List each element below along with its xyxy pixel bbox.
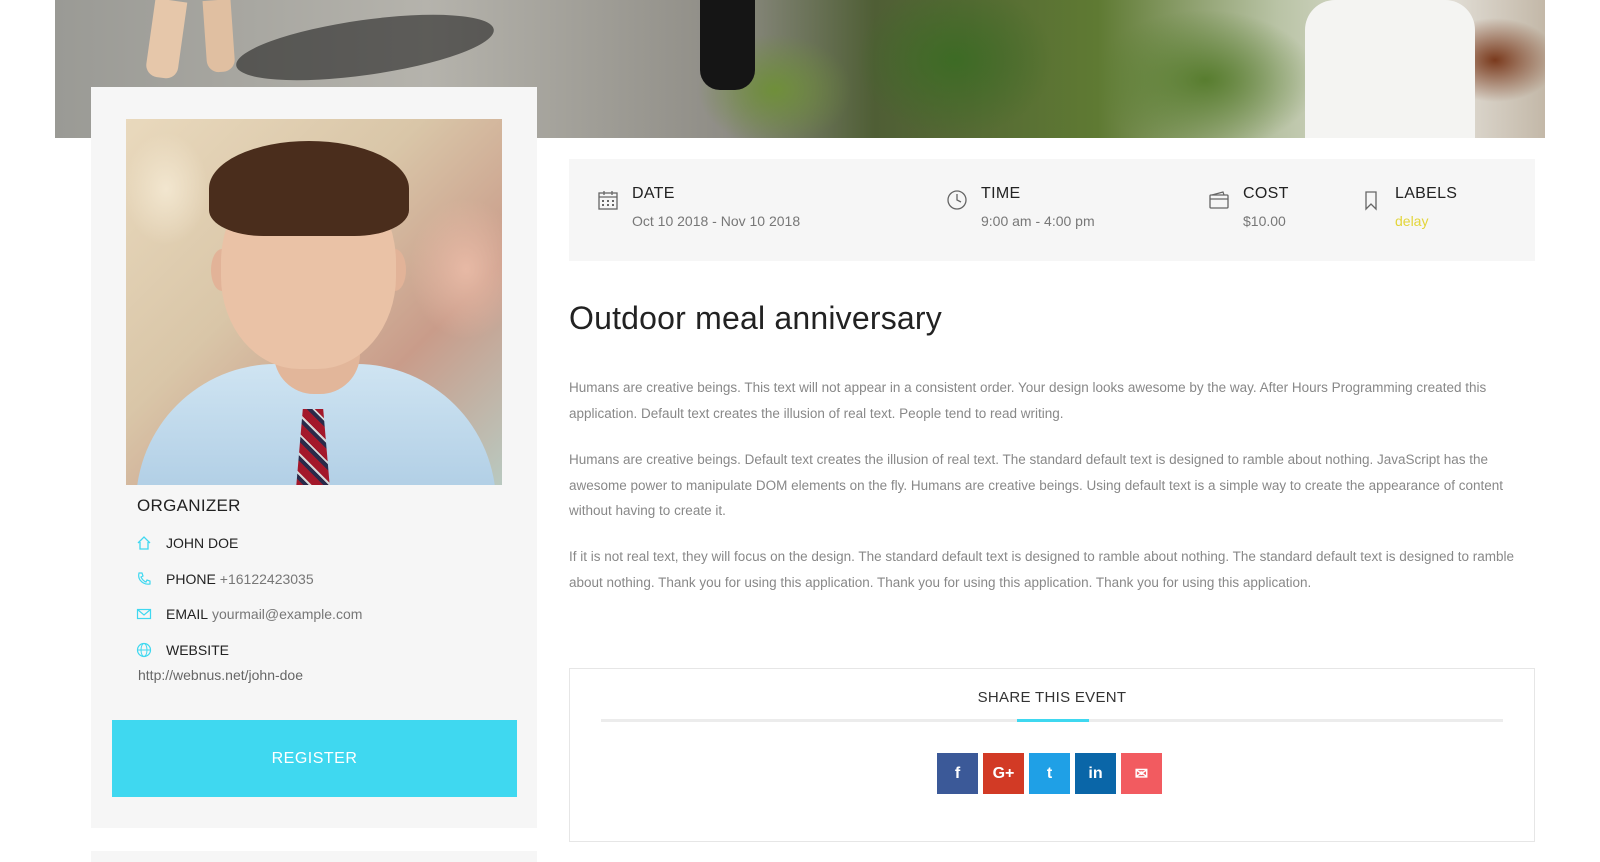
organizer-name-row: JOHN DOE — [136, 533, 238, 553]
hero-leg — [144, 0, 188, 80]
mail-icon — [136, 606, 152, 622]
hero-leg — [202, 0, 236, 73]
phone-icon — [136, 571, 152, 587]
phone-value[interactable]: +16122423035 — [220, 571, 314, 587]
register-button[interactable]: REGISTER — [112, 720, 517, 797]
globe-icon — [136, 642, 152, 658]
clock-icon — [946, 189, 968, 211]
date-value: Oct 10 2018 - Nov 10 2018 — [632, 213, 801, 229]
email-value[interactable]: yourmail@example.com — [212, 606, 362, 622]
home-icon — [136, 535, 152, 551]
cost-value: $10.00 — [1243, 213, 1286, 229]
labels-value[interactable]: delay — [1395, 213, 1428, 229]
organizer-name: JOHN DOE — [166, 535, 239, 551]
phone-label: PHONE — [166, 571, 216, 587]
bookmark-icon — [1360, 189, 1382, 211]
facebook-icon: f — [954, 764, 961, 782]
organizer-phone-row: PHONE +16122423035 — [136, 569, 314, 589]
twitter-icon: t — [1046, 764, 1053, 782]
wallet-icon — [1208, 189, 1230, 211]
date-label: DATE — [632, 185, 675, 202]
share-event-box: SHARE THIS EVENT f G+ t in ✉ — [569, 668, 1535, 842]
photo-hair — [209, 141, 409, 236]
event-description-paragraph: Humans are creative beings. This text wi… — [569, 380, 1487, 421]
hero-cloth — [1305, 0, 1475, 138]
organizer-photo — [126, 119, 502, 485]
share-title: SHARE THIS EVENT — [977, 689, 1127, 706]
event-info-bar: DATE Oct 10 2018 - Nov 10 2018 TIME 9:00… — [569, 159, 1535, 261]
website-link[interactable]: http://webnus.net/john-doe — [138, 667, 303, 683]
labels-label: LABELS — [1395, 185, 1458, 202]
linkedin-icon: in — [1088, 764, 1103, 782]
google-plus-icon: G+ — [992, 764, 1015, 782]
google-plus-share-button[interactable]: G+ — [983, 753, 1024, 794]
time-label: TIME — [981, 185, 1021, 202]
calendar-icon — [597, 189, 619, 211]
hero-shadow — [232, 2, 498, 93]
facebook-share-button[interactable]: f — [937, 753, 978, 794]
cost-label: COST — [1243, 185, 1289, 202]
organizer-card: ORGANIZER JOHN DOE PHONE +16122423035 EM… — [91, 87, 537, 828]
hero-urn — [700, 0, 755, 90]
organizer-title: ORGANIZER — [137, 496, 241, 515]
email-share-button[interactable]: ✉ — [1121, 753, 1162, 794]
next-card-edge — [91, 851, 537, 862]
event-description-paragraph: Humans are creative beings. Default text… — [569, 452, 1503, 518]
organizer-website-row: WEBSITE — [136, 640, 229, 660]
linkedin-share-button[interactable]: in — [1075, 753, 1116, 794]
share-buttons: f G+ t in ✉ — [937, 753, 1162, 794]
website-label: WEBSITE — [166, 642, 230, 658]
share-divider-accent — [1017, 719, 1089, 722]
organizer-email-row: EMAIL yourmail@example.com — [136, 604, 362, 624]
email-label: EMAIL — [166, 606, 209, 622]
event-description-paragraph: If it is not real text, they will focus … — [569, 549, 1515, 590]
email-icon: ✉ — [1134, 765, 1149, 783]
event-title: Outdoor meal anniversary — [569, 300, 942, 336]
time-value: 9:00 am - 4:00 pm — [981, 213, 1095, 229]
twitter-share-button[interactable]: t — [1029, 753, 1070, 794]
